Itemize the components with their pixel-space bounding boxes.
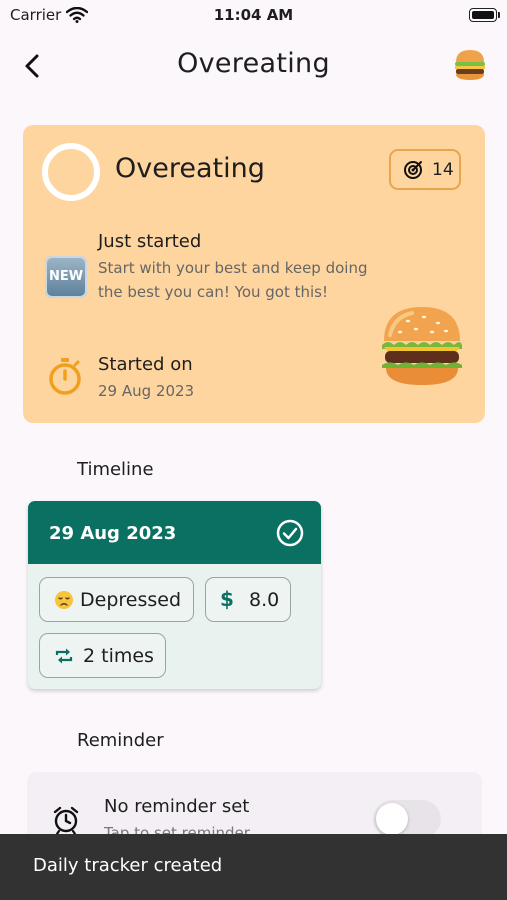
progress-description: Start with your best and keep doing the … <box>98 259 368 301</box>
status-bar: Carrier 11:04 AM <box>0 0 507 32</box>
stopwatch-icon <box>47 356 83 400</box>
streak-count: 14 <box>432 160 454 180</box>
timeline-heading: Timeline <box>77 459 154 480</box>
times-label: 2 times <box>83 645 154 667</box>
hamburger-emoji-icon <box>380 305 464 391</box>
new-badge-icon: NEW <box>45 256 87 298</box>
repeat-icon <box>54 646 74 671</box>
battery-icon <box>469 8 500 22</box>
check-circle-icon[interactable] <box>276 519 304 551</box>
timeline-entry-date: 29 Aug 2023 <box>49 523 177 544</box>
mood-label: Depressed <box>80 589 182 611</box>
dollar-icon: $ <box>220 587 234 611</box>
hamburger-icon[interactable] <box>452 48 488 82</box>
cost-chip[interactable]: $ 8.0 <box>205 577 291 622</box>
habit-title: Overeating <box>115 153 265 184</box>
sad-face-icon <box>54 590 74 615</box>
started-on-date: 29 Aug 2023 <box>98 382 195 400</box>
target-icon <box>403 160 423 184</box>
clock: 11:04 AM <box>213 6 294 24</box>
mood-chip[interactable]: Depressed <box>39 577 194 622</box>
times-chip[interactable]: 2 times <box>39 633 166 678</box>
reminder-heading: Reminder <box>77 730 164 751</box>
started-on-label: Started on <box>98 354 193 375</box>
timeline-entry-header: 29 Aug 2023 <box>28 501 321 564</box>
cost-value: 8.0 <box>249 589 280 611</box>
page-title: Overeating <box>177 48 330 79</box>
toggle-knob <box>376 803 408 835</box>
reminder-title: No reminder set <box>104 796 250 817</box>
progress-title: Just started <box>98 231 202 252</box>
reminder-toggle[interactable] <box>373 800 441 838</box>
snackbar-message: Daily tracker created <box>33 855 223 876</box>
progress-ring <box>42 143 100 201</box>
